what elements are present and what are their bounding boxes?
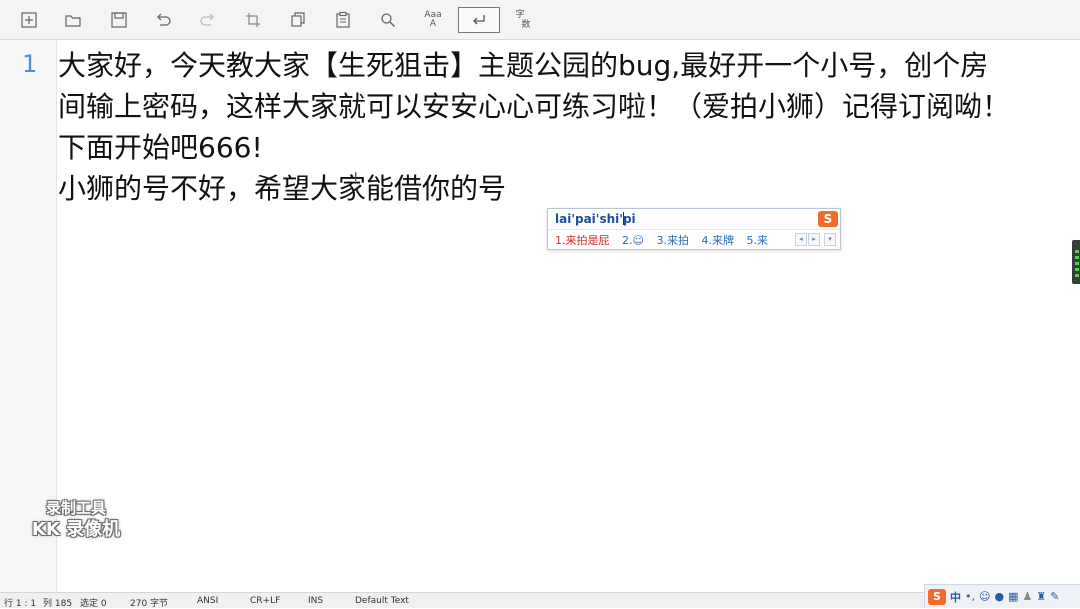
- sogou-logo-icon: S: [818, 211, 838, 227]
- user-icon[interactable]: ♟: [1022, 590, 1032, 603]
- editor-line: 下面开始吧666!: [58, 131, 263, 164]
- editor-line: 间输上密码，这样大家就可以安安心心可练习啦！（爱拍小狮）记得订阅呦！: [58, 90, 1011, 123]
- level-gauge: [1072, 240, 1080, 284]
- ime-toolbar: S 中 •, ☺ ● ▦ ♟ ♜ ✎: [924, 584, 1080, 608]
- new-file-button[interactable]: [16, 8, 42, 32]
- keyboard-icon[interactable]: ▦: [1008, 590, 1018, 603]
- ime-candidate[interactable]: 5.来: [746, 234, 768, 247]
- undo-button[interactable]: [150, 8, 176, 32]
- ime-candidate[interactable]: 1.来拍是屁: [555, 234, 610, 247]
- recorder-watermark: 录制工具 KK 录像机: [31, 499, 121, 540]
- expand-down-icon[interactable]: ▾: [824, 233, 836, 246]
- ime-candidate[interactable]: 3.来拍: [656, 234, 689, 247]
- shirt-icon[interactable]: ♜: [1036, 590, 1046, 603]
- mic-icon[interactable]: ●: [994, 590, 1004, 603]
- ime-candidate[interactable]: 4.来牌: [701, 234, 734, 247]
- line-number: 1: [22, 50, 38, 78]
- ime-divider: [548, 229, 840, 230]
- emoji-icon[interactable]: ☺: [979, 590, 990, 603]
- open-file-button[interactable]: [60, 8, 86, 32]
- return-icon: [473, 15, 485, 25]
- crop-icon: [246, 13, 260, 27]
- redo-icon: [200, 13, 214, 26]
- search-icon: [381, 13, 396, 28]
- status-line-ending[interactable]: CR+LF: [250, 596, 280, 606]
- sogou-logo-icon[interactable]: S: [928, 588, 946, 605]
- wrench-icon[interactable]: ✎: [1050, 590, 1059, 603]
- paste-button[interactable]: [330, 8, 356, 32]
- status-selection: 选定 0: [80, 599, 107, 609]
- status-insert-mode[interactable]: INS: [308, 596, 323, 606]
- ime-candidate[interactable]: 2.☺: [622, 234, 644, 247]
- word-count-button[interactable]: 字 数: [510, 8, 536, 32]
- replace-button[interactable]: AaaA: [420, 8, 446, 32]
- word-wrap-button[interactable]: [458, 7, 500, 33]
- plus-box-icon: [21, 12, 37, 28]
- page-prev-icon[interactable]: ◂: [795, 233, 807, 246]
- ime-caret: [623, 212, 624, 225]
- copy-icon: [291, 12, 305, 27]
- ime-pager: ◂ ▸ ▾: [795, 233, 836, 246]
- status-bytes: 270 字节: [130, 599, 169, 609]
- editor-line: 大家好，今天教大家【生死狙击】主题公园的bug,最好开一个小号，创个房: [58, 49, 989, 82]
- page-next-icon[interactable]: ▸: [808, 233, 820, 246]
- redo-button[interactable]: [195, 8, 221, 32]
- clipboard-icon: [336, 11, 350, 28]
- punctuation-toggle[interactable]: •,: [965, 590, 975, 603]
- toolbar: AaaA 字 数: [0, 0, 1080, 40]
- status-syntax[interactable]: Default Text: [355, 596, 409, 606]
- folder-icon: [65, 15, 81, 27]
- status-bar: 行 1 : 1 列 185 选定 0 270 字节 ANSI CR+LF INS…: [0, 592, 1080, 609]
- floppy-icon: [111, 12, 127, 28]
- ime-candidate-window: lai'pai'shi'pi S 1.来拍是屁 2.☺ 3.来拍 4.来牌 5.…: [547, 208, 841, 250]
- undo-icon: [157, 13, 171, 26]
- editor-line: 小狮的号不好，希望大家能借你的号: [58, 172, 507, 205]
- editor-text-area[interactable]: 大家好，今天教大家【生死狙击】主题公园的bug,最好开一个小号，创个房 间输上密…: [58, 45, 1068, 209]
- ime-candidate-list: 1.来拍是屁 2.☺ 3.来拍 4.来牌 5.来: [555, 232, 777, 248]
- ibeam-cursor-icon: I: [354, 170, 358, 184]
- replace-icon: AaaA: [424, 10, 442, 29]
- status-line: 行 1 : 1: [4, 599, 37, 609]
- crop-button[interactable]: [240, 8, 266, 32]
- copy-button[interactable]: [285, 8, 311, 32]
- status-column: 列 185: [43, 599, 73, 609]
- lang-toggle[interactable]: 中: [950, 589, 961, 605]
- save-file-button[interactable]: [106, 8, 132, 32]
- status-encoding[interactable]: ANSI: [197, 596, 218, 606]
- word-count-icon: 字 数: [515, 10, 531, 30]
- find-button[interactable]: [375, 8, 401, 32]
